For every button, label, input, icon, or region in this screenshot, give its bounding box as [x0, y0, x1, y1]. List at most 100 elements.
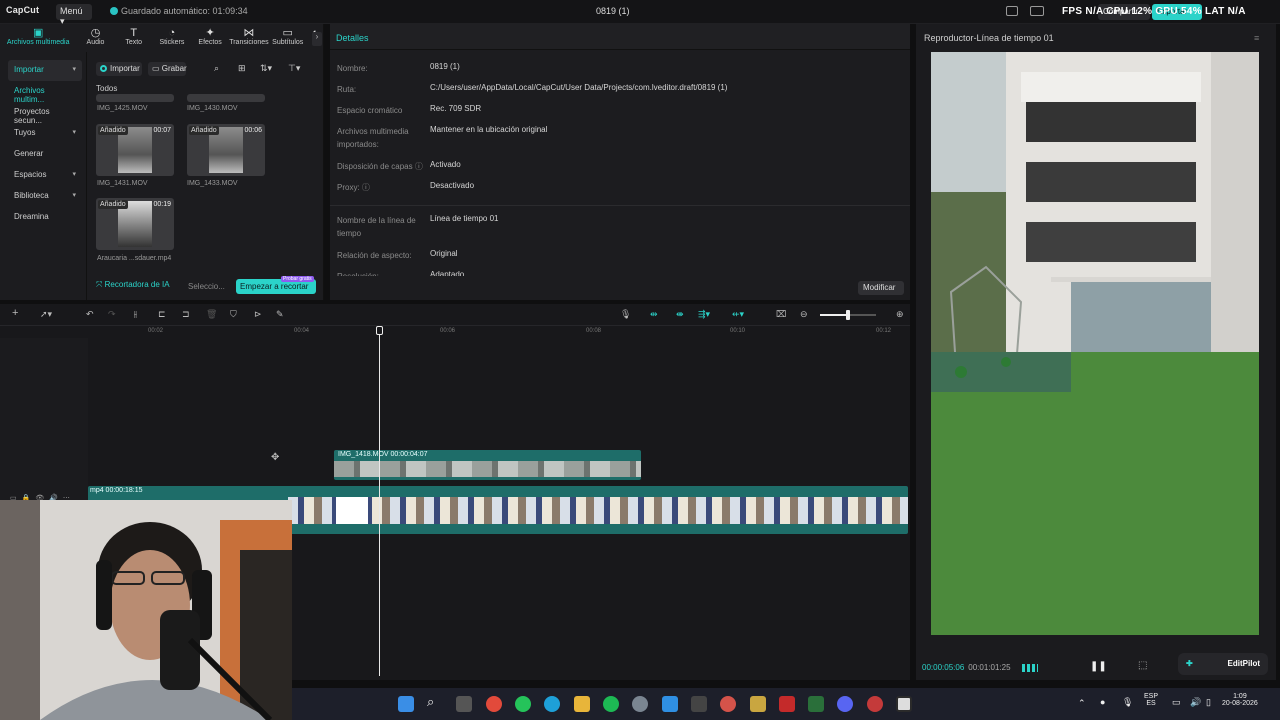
tab-subtitles[interactable]: ▭ Subtítulos: [269, 24, 307, 52]
sidebar-item[interactable]: Importar ▾: [8, 60, 82, 81]
tabs-scroll-right[interactable]: ›: [312, 32, 322, 46]
video-preview[interactable]: [931, 52, 1259, 635]
subtitle-icon[interactable]: ⌧: [776, 309, 786, 320]
filter-icon[interactable]: ⊤▾: [288, 63, 300, 74]
sidebar-item[interactable]: Dreamina: [8, 207, 82, 228]
battery-icon[interactable]: ▯: [1206, 697, 1211, 708]
import-button[interactable]: Importar: [96, 62, 142, 76]
chrome-icon[interactable]: [486, 696, 502, 712]
undo-icon[interactable]: ↶: [86, 309, 94, 320]
modify-button[interactable]: Modificar: [858, 281, 904, 295]
search-icon[interactable]: ⌕: [427, 694, 443, 710]
app-icon[interactable]: [720, 696, 736, 712]
discord-icon[interactable]: [837, 696, 853, 712]
capcut-icon[interactable]: [896, 696, 912, 712]
layout-icon[interactable]: [1006, 6, 1018, 16]
task-view-icon[interactable]: [456, 696, 472, 712]
menu-button[interactable]: Menú ▾: [56, 4, 92, 26]
clock[interactable]: 1:09 20-08-2026: [1222, 693, 1258, 707]
time-ruler[interactable]: 00:02 00:04 00:06 00:08 00:10 00:12: [88, 326, 910, 338]
pause-icon[interactable]: ❚❚: [1090, 661, 1107, 672]
zoom-slider-handle[interactable]: [846, 310, 850, 320]
edge-icon[interactable]: [544, 696, 560, 712]
zoom-in-icon[interactable]: ⊕: [896, 309, 904, 320]
delete-icon[interactable]: 🗑: [206, 309, 217, 320]
link-icon[interactable]: ⇼: [676, 309, 684, 320]
sidebar-item[interactable]: Proyectos secun...: [8, 102, 82, 125]
media-thumb[interactable]: [187, 94, 265, 102]
media-thumb[interactable]: [96, 94, 174, 102]
volume-icon[interactable]: 🔊: [1190, 697, 1201, 708]
start-icon[interactable]: [398, 696, 414, 712]
media-thumb[interactable]: Añadido 00:19: [96, 198, 174, 250]
player-panel: Reproductor-Línea de tiempo 01 ≡ 00:00:0…: [916, 24, 1276, 680]
ruler-label: 00:04: [294, 328, 310, 334]
tab-transitions[interactable]: ⋈ Transiciones: [229, 24, 268, 52]
ruler-label: 00:10: [730, 328, 746, 334]
tab-audio[interactable]: ◷ Audio: [76, 24, 114, 52]
microphone-tray-icon[interactable]: 🎙: [1122, 697, 1133, 708]
ai-cutter-select[interactable]: Seleccio...: [188, 282, 225, 291]
obs-icon[interactable]: [867, 696, 883, 712]
file-explorer-icon[interactable]: [574, 696, 590, 712]
zoom-out-icon[interactable]: ⊖: [800, 309, 808, 320]
language-indicator[interactable]: ESP ES: [1144, 693, 1158, 707]
editpilot-button[interactable]: ✚ EditPilot: [1178, 653, 1268, 675]
track-option-icon[interactable]: ⇷▾: [732, 309, 744, 320]
split-right-icon[interactable]: ⊐: [182, 309, 190, 320]
player-menu-icon[interactable]: ≡: [1254, 33, 1259, 43]
spotify-icon[interactable]: [603, 696, 619, 712]
chevron-down-icon: ▾: [72, 192, 76, 199]
zoom-slider[interactable]: [820, 310, 876, 320]
app-icon[interactable]: [691, 696, 707, 712]
split-left-icon[interactable]: ⊏: [158, 309, 166, 320]
app-icon[interactable]: [808, 696, 824, 712]
performance-overlay: FPS N/A CPU 12% GPU 54% LAT N/A: [1062, 6, 1246, 17]
sidebar-item[interactable]: Biblioteca ▾: [8, 186, 82, 207]
white-frame: [336, 497, 368, 524]
select-tool-icon[interactable]: ➚▾: [40, 309, 52, 320]
tab-effects[interactable]: ✦ Efectos: [191, 24, 229, 52]
media-panel: ▣ Archivos multimedia ◷ Audio T Texto ◔ Sticker…: [0, 24, 324, 300]
app-icon[interactable]: [750, 696, 766, 712]
add-track-icon[interactable]: +: [12, 307, 18, 319]
media-thumb[interactable]: Añadido 00:07: [96, 124, 174, 176]
tab-label: Transiciones: [229, 39, 269, 46]
network-icon[interactable]: ▭: [1172, 697, 1181, 708]
settings-icon[interactable]: [632, 696, 648, 712]
media-thumb[interactable]: Añadido 00:06: [187, 124, 265, 176]
autosave-icon: [110, 7, 118, 15]
auto-edit-icon[interactable]: ✎: [276, 309, 284, 320]
tray-icon[interactable]: ●: [1100, 697, 1105, 707]
microphone-icon[interactable]: 🎙: [620, 309, 631, 320]
grid-view-icon[interactable]: ⊞: [238, 63, 246, 74]
playhead-handle[interactable]: [376, 326, 383, 335]
sidebar-item[interactable]: Espacios ▾: [8, 165, 82, 186]
ai-cutter-label[interactable]: ⤧ Recortadora de IA: [96, 280, 170, 290]
sidebar-item[interactable]: Tuyos ▾: [8, 123, 82, 144]
search-icon[interactable]: ⌕: [214, 63, 219, 74]
whatsapp-icon[interactable]: [515, 696, 531, 712]
sidebar-item[interactable]: Generar: [8, 144, 82, 165]
magnet-icon[interactable]: ⇹: [650, 309, 658, 320]
windows-taskbar: ⌕ ⌃ ● 🎙 ESP ES ▭ 🔊 ▯ 1:09 20-08-2026: [292, 688, 1280, 720]
shortcuts-icon[interactable]: [1030, 6, 1044, 16]
mark-icon[interactable]: ⛉: [230, 309, 237, 320]
tab-text[interactable]: T Texto: [115, 24, 153, 52]
overlay-clip[interactable]: IMG_1418.MOV 00:00:04:07: [334, 450, 641, 480]
tab-sticker[interactable]: ◔ Stickers: [153, 24, 191, 52]
redo-icon[interactable]: ↷: [108, 309, 116, 320]
preview-axis-icon[interactable]: ⇶▾: [698, 309, 710, 320]
store-icon[interactable]: [662, 696, 678, 712]
tray-chevron-icon[interactable]: ⌃: [1078, 698, 1086, 709]
ratio-icon[interactable]: ⬚: [1138, 660, 1147, 671]
split-icon[interactable]: ⫲: [134, 309, 137, 320]
sidebar-item[interactable]: Archivos multim...: [8, 81, 82, 104]
sticker-icon: ◔: [168, 27, 176, 39]
playhead[interactable]: [376, 326, 383, 676]
sort-icon[interactable]: ⇅▾: [260, 63, 272, 74]
record-button[interactable]: ▭ Grabar: [148, 62, 187, 76]
tab-media[interactable]: ▣ Archivos multimedia: [0, 24, 76, 52]
freeze-icon[interactable]: ⊳: [254, 309, 262, 320]
app-icon[interactable]: [779, 696, 795, 712]
